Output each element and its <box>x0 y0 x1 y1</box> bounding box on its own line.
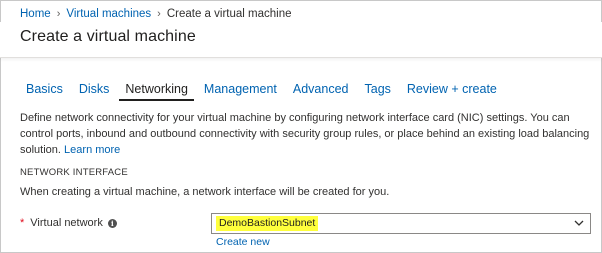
breadcrumb-separator-icon: › <box>157 8 161 20</box>
tab-basics[interactable]: Basics <box>20 81 69 101</box>
networking-description: Define network connectivity for your vir… <box>20 110 590 158</box>
info-icon[interactable]: i <box>107 218 117 228</box>
tab-networking[interactable]: Networking <box>119 81 194 101</box>
tab-bar: Basics Disks Networking Management Advan… <box>20 81 507 101</box>
virtual-network-label-text: Virtual network <box>30 217 103 229</box>
section-heading-network-interface: NETWORK INTERFACE <box>20 167 128 178</box>
tab-disks[interactable]: Disks <box>73 81 116 101</box>
breadcrumb-home[interactable]: Home <box>20 8 51 20</box>
breadcrumb-current: Create a virtual machine <box>166 8 292 20</box>
page-header: Create a virtual machine <box>0 22 602 58</box>
learn-more-link[interactable]: Learn more <box>64 144 120 156</box>
virtual-network-select[interactable]: DemoBastionSubnet <box>211 213 591 234</box>
tab-advanced[interactable]: Advanced <box>287 81 355 101</box>
breadcrumb: Home › Virtual machines › Create a virtu… <box>20 6 292 22</box>
create-new-link[interactable]: Create new <box>216 236 270 248</box>
breadcrumb-separator-icon: › <box>56 8 61 20</box>
virtual-network-selected-value: DemoBastionSubnet <box>216 216 319 231</box>
section-description: When creating a virtual machine, a netwo… <box>20 186 390 198</box>
tab-management[interactable]: Management <box>198 81 283 101</box>
page-title: Create a virtual machine <box>20 28 196 45</box>
breadcrumb-virtual-machines[interactable]: Virtual machines <box>66 8 151 20</box>
required-marker: * <box>20 217 25 229</box>
chevron-down-icon <box>574 220 584 226</box>
tab-review-create[interactable]: Review + create <box>401 81 503 101</box>
tab-tags[interactable]: Tags <box>359 81 397 101</box>
virtual-network-label: * Virtual network i <box>20 216 117 230</box>
